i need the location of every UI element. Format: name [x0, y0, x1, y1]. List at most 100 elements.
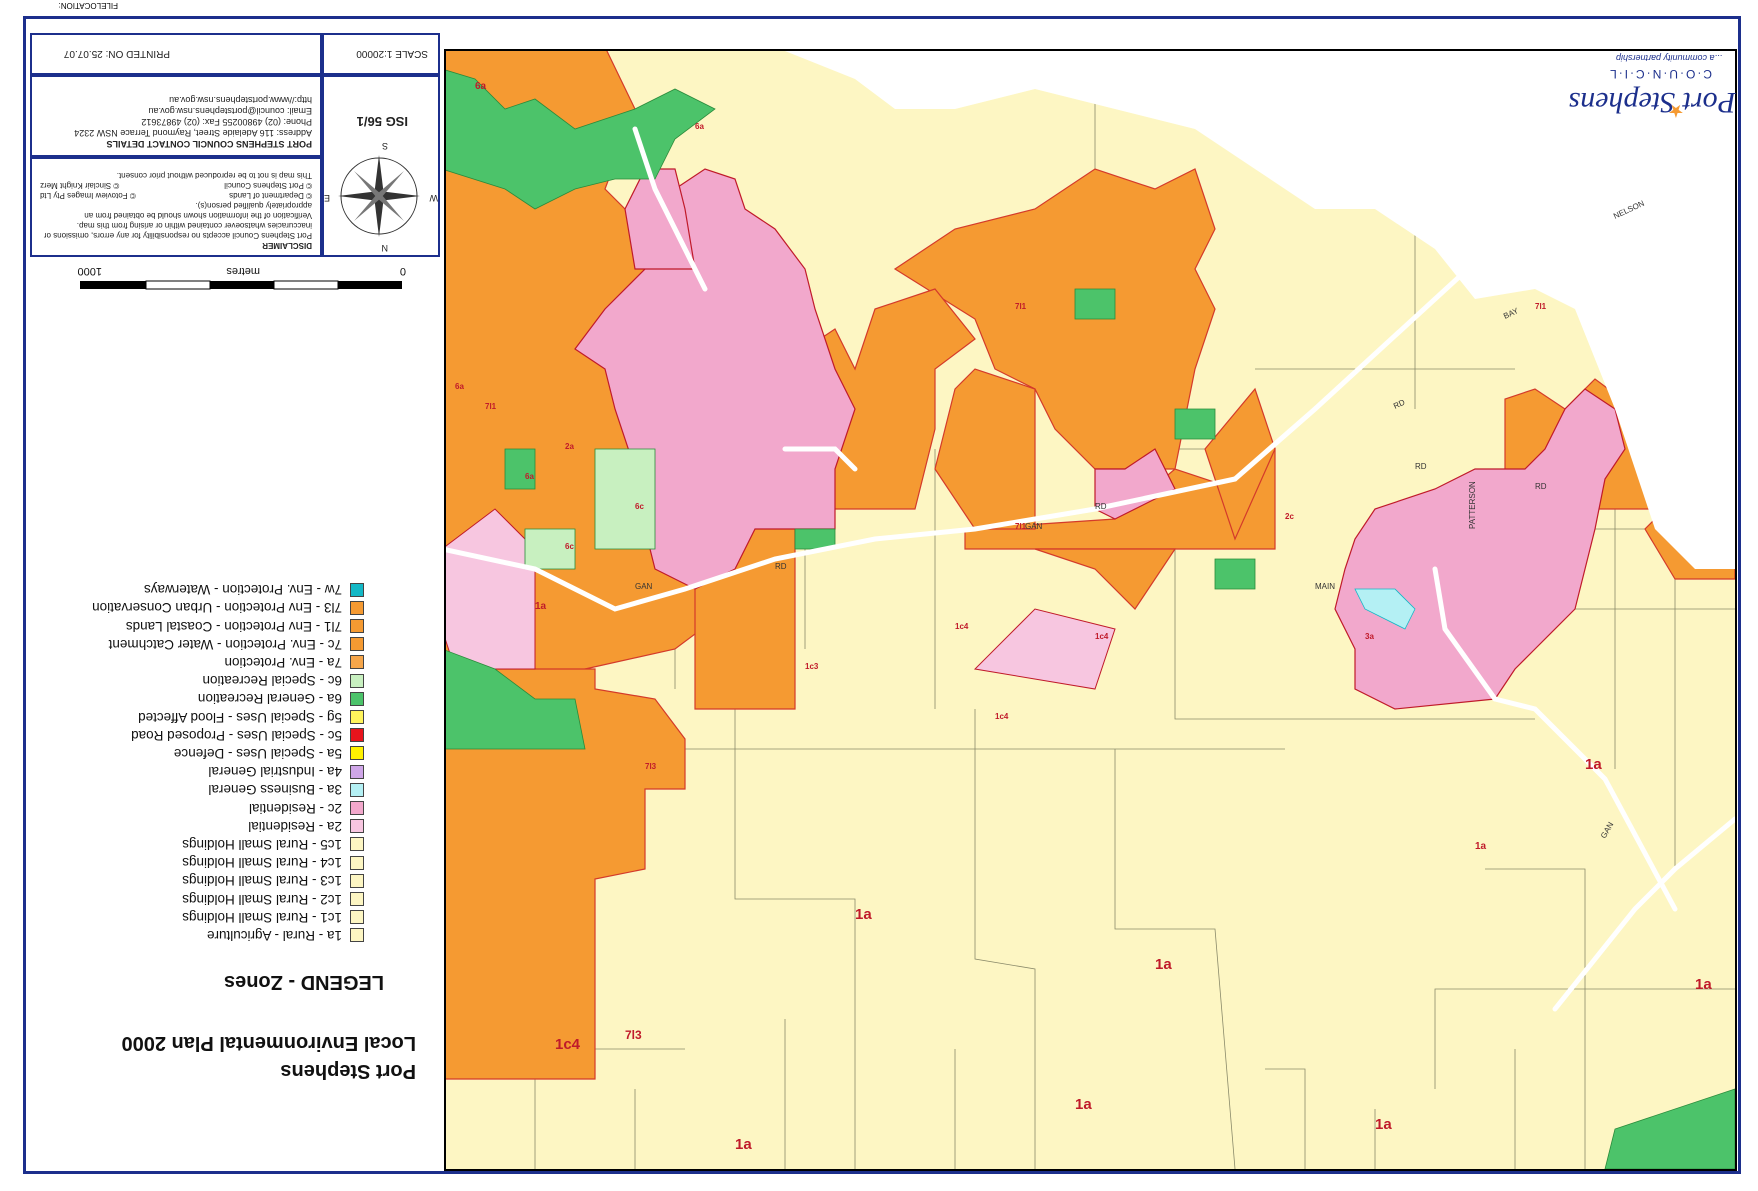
legend-item-label: 1c1 - Rural Small Holdings — [182, 909, 342, 925]
legend-item-1c2: 1c2 - Rural Small Holdings — [182, 890, 364, 909]
legend-swatch — [350, 746, 364, 761]
council-logo: Port Stephens ★ C·O·U·N·C·I·L ...a commu… — [1562, 43, 1742, 123]
legend-item-3a: 3a - Business General — [208, 780, 364, 799]
disclaimer-box: DISCLAIMER Port Stephens Council accepts… — [30, 157, 322, 257]
legend-swatch — [350, 728, 364, 743]
legend-swatch — [350, 655, 364, 670]
legend-swatch — [350, 673, 364, 688]
road-label: RD — [1415, 462, 1427, 471]
rotated-sheet: 1a 1a 1a 1a 1a 1a 1a 1a 1a 1c4 1c4 1c4 1… — [0, 0, 1758, 1191]
zone-label: 6a — [475, 81, 487, 92]
zone-label: 1a — [1075, 1096, 1092, 1113]
zone-label: 1c4 — [1095, 632, 1109, 641]
legend-item-5a: 5a - Special Uses - Defence — [174, 744, 364, 763]
plan-title-line2: Local Environmental Plan 2000 — [121, 1032, 416, 1054]
zoning-map[interactable]: 1a 1a 1a 1a 1a 1a 1a 1a 1a 1c4 1c4 1c4 1… — [444, 49, 1737, 1171]
compass-s: S — [381, 141, 388, 151]
scale-bar: 0 metres 1000 — [77, 261, 406, 291]
scale-unit: metres — [226, 265, 260, 277]
legend-swatch — [350, 691, 364, 706]
copyright-council: © Port Stephens Council — [224, 181, 312, 190]
legend-swatch — [350, 819, 364, 834]
compass-box: N S W E ISG 56/1 — [322, 75, 440, 257]
legend-item-7w: 7w - Env. Protection - Waterways — [144, 580, 364, 599]
legend-item-label: 2c - Residential — [248, 800, 342, 816]
zone-label: 1a — [1155, 956, 1172, 973]
legend-item-label: 6a - General Recreation — [197, 691, 342, 707]
legend-item-5g: 5g - Special Uses - Flood Affected — [138, 708, 364, 727]
logo-wordmark: Port Stephens — [1568, 86, 1736, 119]
legend-swatch — [350, 855, 364, 870]
legend-swatch — [350, 710, 364, 725]
copyright-skm: © Sinclair Knight Merz — [40, 181, 120, 190]
legend-item-label: 7c - Env. Protection - Water Catchment — [108, 636, 342, 652]
legend-item-4a: 4a - Industrial General — [208, 762, 364, 781]
disclaimer-text: Port Stephens Council accepts no respons… — [43, 201, 312, 240]
scale-end: 1000 — [77, 265, 102, 277]
zone-label: 1a — [855, 906, 872, 923]
plan-title: Port Stephens Local Environmental Plan 2… — [121, 1029, 416, 1085]
compass-e: E — [323, 193, 330, 203]
zone-label: 6a — [455, 382, 464, 391]
legend-swatch — [350, 801, 364, 816]
zone-label: 7l1 — [1535, 302, 1547, 311]
legend-item-label: 2a - Residential — [248, 818, 342, 834]
legend-item-label: 1c2 - Rural Small Holdings — [182, 891, 342, 907]
zone-label: 1c4 — [995, 712, 1009, 721]
file-location: FILELOCATION: — [58, 1, 118, 10]
contact-email: Email: council@portstephens.nsw.gov.au — [148, 106, 312, 116]
scale-bar-graphic — [80, 280, 402, 290]
zone-label: 7l1 — [485, 402, 497, 411]
contact-box: PORT STEPHENS COUNCIL CONTACT DETAILS Ad… — [30, 75, 322, 157]
zone-label: 6c — [635, 502, 644, 511]
printed-date: PRINTED ON: 25.07.07 — [63, 48, 170, 59]
copyright-note: This map is not to be reproduced without… — [116, 171, 312, 180]
legend-swatch — [350, 782, 364, 797]
legend-swatch — [350, 837, 364, 852]
legend-item-label: 1a - Rural - Agriculture — [206, 928, 342, 943]
legend-item-1c1: 1c1 - Rural Small Holdings — [182, 908, 364, 927]
legend-swatch — [350, 582, 364, 597]
scale-start: 0 — [399, 265, 406, 277]
legend-item-label: 1c4 - Rural Small Holdings — [182, 855, 342, 871]
disclaimer-title: DISCLAIMER — [262, 241, 312, 250]
legend-item-label: 7a - Env. Protection — [224, 655, 342, 670]
legend-swatch — [350, 928, 364, 943]
zone-label: 1a — [1585, 756, 1602, 773]
logo-star-icon: ★ — [1667, 101, 1684, 121]
road-label: GAN — [1025, 522, 1043, 531]
isg-code: ISG 56/1 — [356, 114, 408, 129]
legend-swatch — [350, 764, 364, 779]
zone-label: 6a — [525, 472, 534, 481]
legend-item-label: 1c5 - Rural Small Holdings — [182, 837, 342, 852]
zone-label: 1a — [735, 1136, 752, 1153]
legend-item-7a: 7a - Env. Protection — [224, 653, 364, 672]
logo-tagline: ...a community partnership — [1615, 53, 1722, 63]
legend-swatch — [350, 873, 364, 888]
legend-item-label: 5g - Special Uses - Flood Affected — [138, 709, 342, 725]
legend-item-label: 7l1 - Env Protection - Coastal Lands — [125, 618, 342, 634]
scale-box: SCALE 1:20000 — [322, 33, 440, 75]
zone-label: 6c — [565, 542, 574, 551]
road-label: MAIN — [1315, 582, 1335, 591]
map-canvas: 1a 1a 1a 1a 1a 1a 1a 1a 1a 1c4 1c4 1c4 1… — [444, 49, 1735, 1169]
legend-item-2c: 2c - Residential — [249, 799, 364, 818]
legend-item-1a: 1a - Rural - Agriculture — [207, 926, 364, 945]
legend-swatch — [350, 910, 364, 925]
road-label: RD — [775, 562, 787, 571]
zone-special-recreation — [594, 448, 656, 550]
copyright-lands: © Department of Lands — [229, 191, 312, 200]
legend-item-1c4: 1c4 - Rural Small Holdings — [182, 853, 364, 872]
legend-item-label: 7w - Env. Protection - Waterways — [143, 582, 342, 598]
zone-label: 1c4 — [555, 1036, 581, 1053]
legend-item-label: 5c - Special Uses - Proposed Road — [131, 727, 342, 743]
legend-item-label: 4a - Industrial General — [208, 764, 342, 780]
scale-text: SCALE 1:20000 — [356, 48, 428, 59]
legend-item-7l3: 7l3 - Env Protection - Urban Conservatio… — [92, 598, 364, 617]
zone-label: 7l3 — [625, 1028, 642, 1042]
zone-label: 1c4 — [955, 622, 969, 631]
road-label: PATTERSON — [1468, 481, 1477, 529]
zone-label: 2c — [1285, 512, 1294, 521]
legend-swatch — [350, 600, 364, 615]
logo-subtitle: C·O·U·N·C·I·L — [1608, 67, 1712, 81]
